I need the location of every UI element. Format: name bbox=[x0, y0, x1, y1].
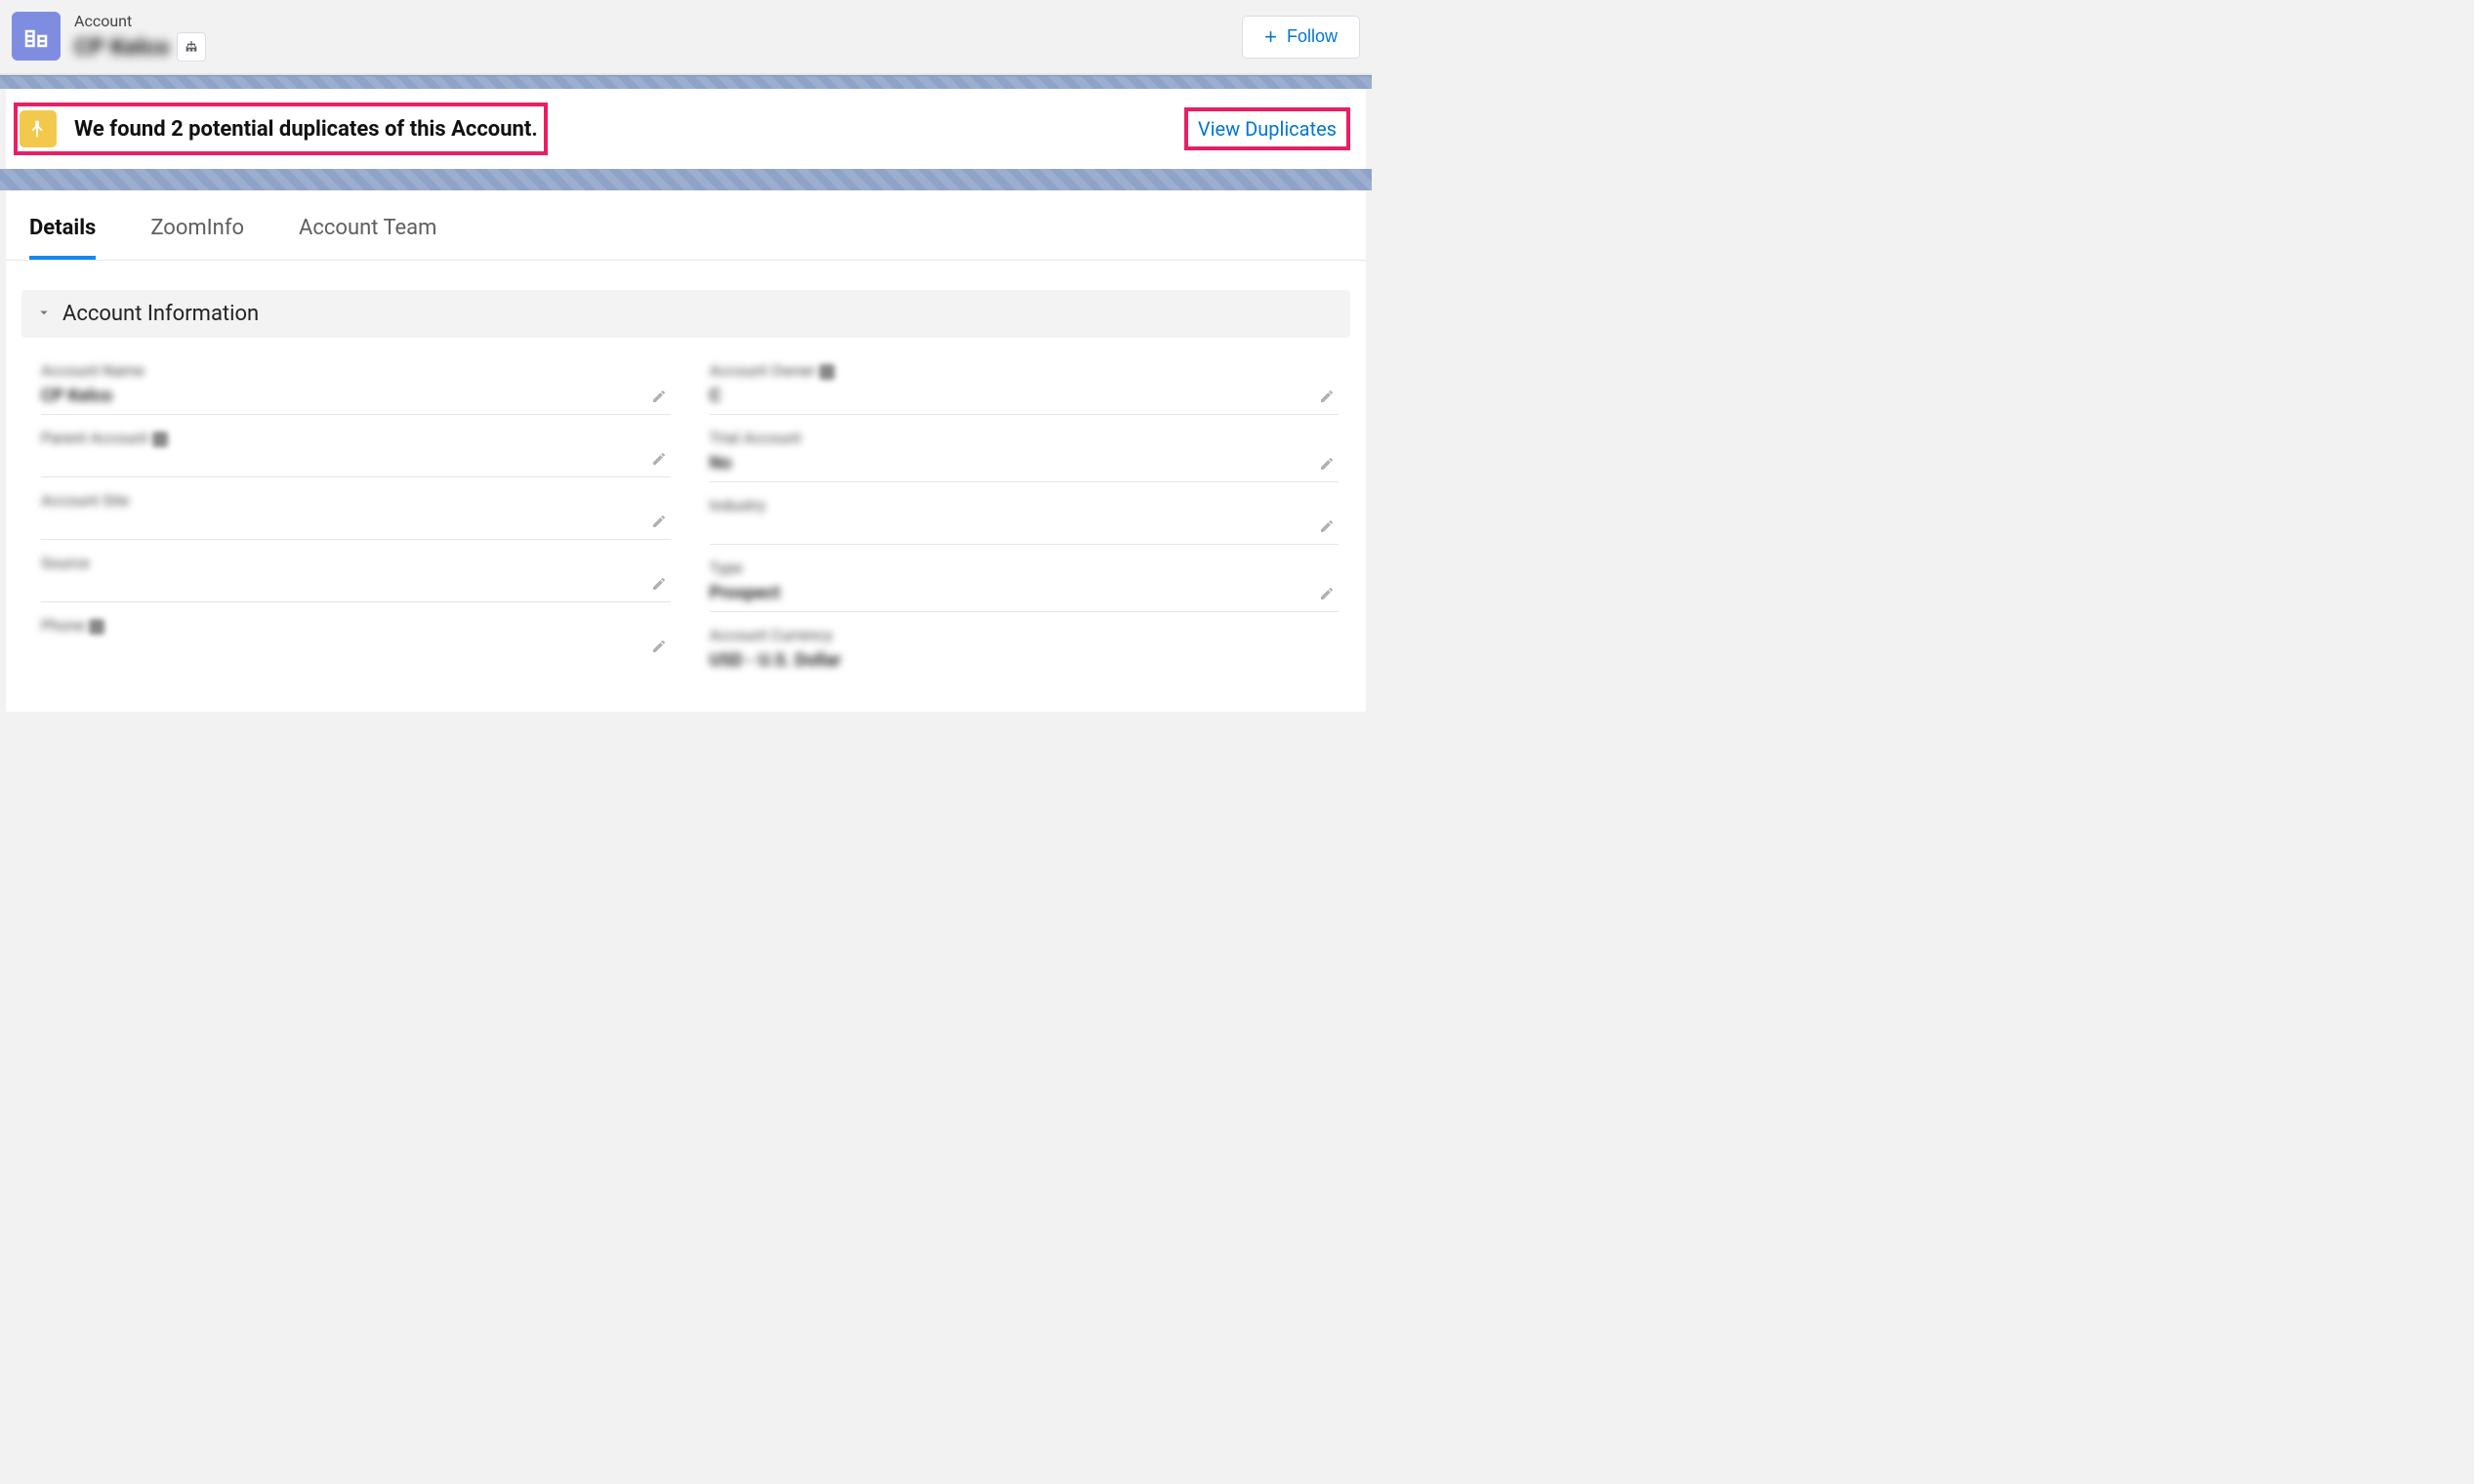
pencil-icon[interactable] bbox=[1319, 389, 1335, 404]
lock-icon bbox=[89, 619, 104, 635]
plus-icon: + bbox=[1264, 26, 1277, 48]
field-account-owner: Account Owner C bbox=[710, 361, 1340, 415]
pencil-icon[interactable] bbox=[1319, 456, 1335, 472]
tab-details[interactable]: Details bbox=[29, 216, 96, 260]
tab-bar: Details ZoomInfo Account Team bbox=[6, 190, 1366, 261]
field-label: Parent Account bbox=[41, 429, 148, 447]
follow-button[interactable]: + Follow bbox=[1242, 16, 1360, 59]
pattern-divider bbox=[0, 75, 1372, 89]
pencil-icon[interactable] bbox=[651, 639, 667, 654]
field-label: Trial Account bbox=[710, 429, 802, 447]
object-name: CP Kelco bbox=[74, 33, 169, 61]
field-value: Prospect bbox=[710, 583, 780, 603]
pencil-icon[interactable] bbox=[651, 389, 667, 404]
object-name-row: CP Kelco bbox=[74, 32, 206, 62]
duplicate-banner: We found 2 potential duplicates of this … bbox=[6, 89, 1366, 169]
hierarchy-icon bbox=[184, 39, 199, 55]
field-phone: Phone bbox=[41, 616, 671, 664]
object-meta: Account CP Kelco bbox=[74, 12, 206, 62]
fields-col-left: Account Name CP Kelco Parent Account Acc… bbox=[41, 361, 671, 692]
pencil-icon[interactable] bbox=[651, 451, 667, 467]
field-parent-account: Parent Account bbox=[41, 429, 671, 477]
page-header: Account CP Kelco + Follow bbox=[0, 0, 1372, 75]
field-account-currency: Account Currency USD - U.S. Dollar bbox=[710, 626, 1340, 679]
chevron-down-icon bbox=[35, 304, 53, 325]
field-label: Account Owner bbox=[710, 361, 816, 380]
field-label: Type bbox=[710, 558, 743, 577]
field-value: C bbox=[710, 386, 722, 406]
pencil-icon[interactable] bbox=[651, 576, 667, 592]
tab-account-team[interactable]: Account Team bbox=[299, 216, 436, 260]
header-left: Account CP Kelco bbox=[12, 12, 206, 62]
field-label: Phone bbox=[41, 616, 85, 635]
duplicate-link-wrap: View Duplicates bbox=[1184, 107, 1350, 150]
account-object-icon bbox=[12, 12, 61, 61]
duplicate-message: We found 2 potential duplicates of this … bbox=[74, 117, 538, 142]
follow-label: Follow bbox=[1287, 26, 1338, 47]
hierarchy-button[interactable] bbox=[177, 32, 206, 62]
pencil-icon[interactable] bbox=[651, 514, 667, 529]
field-label: Industry bbox=[710, 496, 766, 515]
field-value: No bbox=[710, 453, 732, 474]
fields-col-right: Account Owner C Trial Account No Industr… bbox=[710, 361, 1340, 692]
field-label: Account Currency bbox=[710, 626, 833, 644]
merge-icon bbox=[20, 110, 57, 147]
field-account-site: Account Site bbox=[41, 491, 671, 540]
field-account-name: Account Name CP Kelco bbox=[41, 361, 671, 415]
field-trial-account: Trial Account No bbox=[710, 429, 1340, 482]
pencil-icon[interactable] bbox=[1319, 518, 1335, 534]
pencil-icon[interactable] bbox=[1319, 586, 1335, 601]
field-type: Type Prospect bbox=[710, 558, 1340, 612]
field-source: Source bbox=[41, 554, 671, 602]
pattern-divider bbox=[0, 169, 1372, 190]
object-type-label: Account bbox=[74, 12, 206, 30]
section-title: Account Information bbox=[62, 302, 259, 326]
main-card: Details ZoomInfo Account Team Account In… bbox=[6, 190, 1366, 712]
field-industry: Industry bbox=[710, 496, 1340, 545]
field-label: Account Site bbox=[41, 491, 129, 510]
fields-grid: Account Name CP Kelco Parent Account Acc… bbox=[6, 338, 1366, 692]
info-icon bbox=[819, 364, 835, 380]
field-label: Source bbox=[41, 554, 90, 572]
info-icon bbox=[152, 432, 168, 447]
duplicate-banner-left: We found 2 potential duplicates of this … bbox=[14, 103, 548, 155]
field-value: CP Kelco bbox=[41, 386, 112, 406]
view-duplicates-link[interactable]: View Duplicates bbox=[1198, 117, 1337, 141]
field-label: Account Name bbox=[41, 361, 144, 380]
field-value: USD - U.S. Dollar bbox=[710, 650, 842, 671]
tab-zoominfo[interactable]: ZoomInfo bbox=[150, 216, 244, 260]
section-header-account-information[interactable]: Account Information bbox=[21, 290, 1350, 338]
